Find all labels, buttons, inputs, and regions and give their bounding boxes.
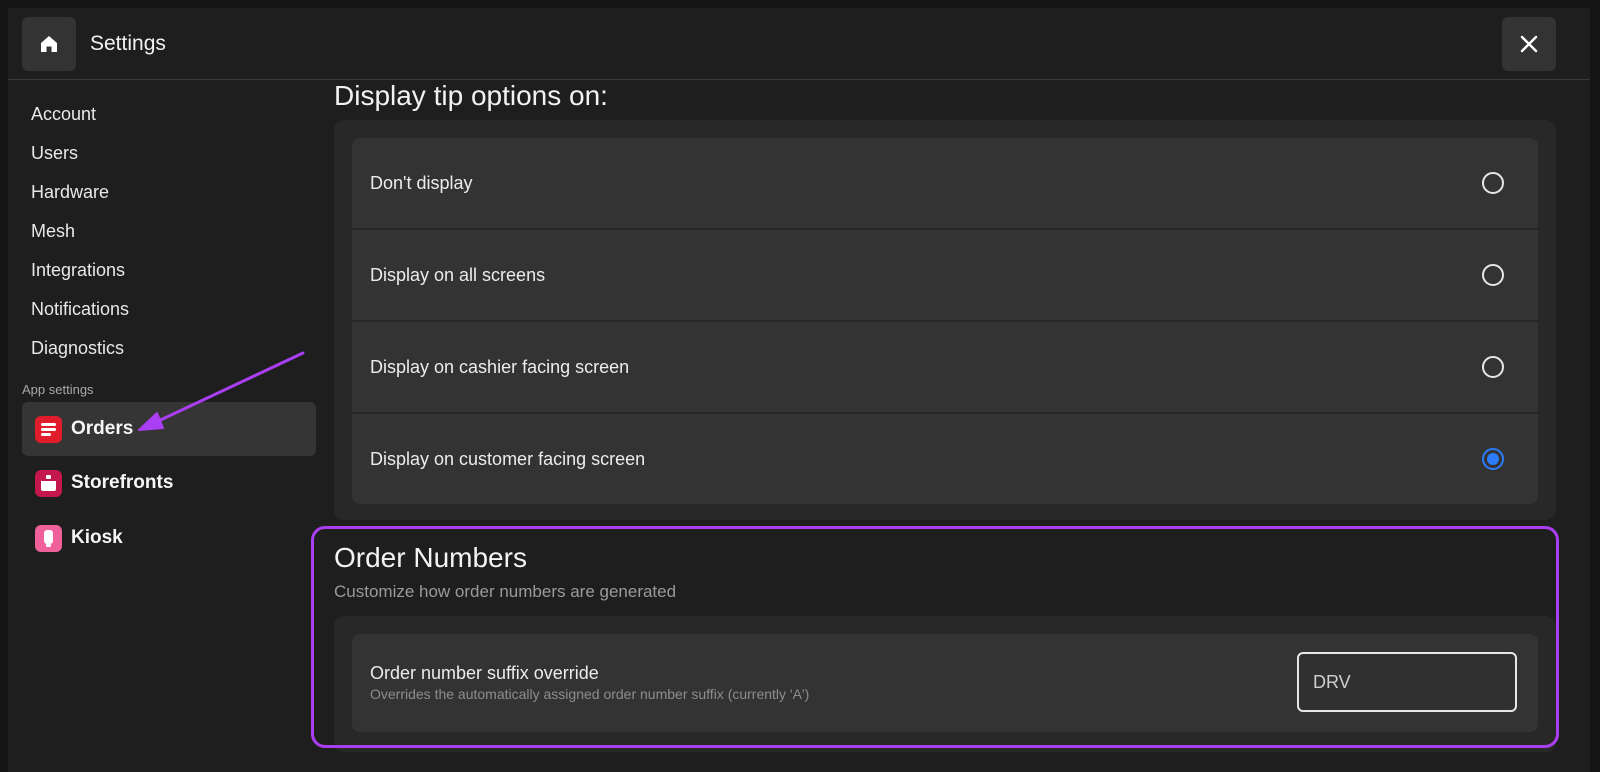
tip-options-panel: Don't display Display on all screens Dis…: [334, 120, 1556, 520]
tip-options-heading: Display tip options on:: [334, 80, 608, 111]
storefronts-icon: [35, 469, 62, 497]
storefronts-label: Storefronts: [71, 472, 174, 493]
tip-option-all-screens[interactable]: Display on all screens: [352, 230, 1538, 322]
option-label: Don't display: [370, 172, 473, 193]
order-numbers-panel: Order number suffix override Overrides t…: [334, 616, 1556, 752]
kiosk-label: Kiosk: [71, 527, 123, 548]
sidebar-item-notifications[interactable]: Notifications: [31, 299, 129, 320]
option-label: Display on all screens: [370, 264, 546, 285]
tip-option-customer-screen[interactable]: Display on customer facing screen: [352, 414, 1538, 504]
tip-option-dont-display[interactable]: Don't display: [352, 138, 1538, 230]
orders-icon: [35, 415, 62, 443]
radio-button[interactable]: [1482, 356, 1504, 378]
sidebar-item-diagnostics[interactable]: Diagnostics: [31, 338, 124, 359]
app-settings-label: App settings: [22, 382, 94, 397]
close-button[interactable]: [1502, 17, 1556, 71]
option-label: Display on cashier facing screen: [370, 356, 630, 377]
suffix-override-input[interactable]: [1297, 652, 1517, 712]
top-strip: [0, 0, 1600, 8]
order-numbers-subtitle: Customize how order numbers are generate…: [334, 582, 677, 601]
suffix-override-description: Overrides the automatically assigned ord…: [370, 686, 810, 702]
kiosk-icon: [35, 524, 62, 552]
sidebar-item-users[interactable]: Users: [31, 143, 78, 164]
tip-options-list: Don't display Display on all screens Dis…: [352, 138, 1538, 504]
suffix-override-row: Order number suffix override Overrides t…: [352, 634, 1538, 732]
sidebar-item-storefronts[interactable]: Storefronts: [22, 456, 316, 510]
order-numbers-title: Order Numbers: [334, 542, 527, 573]
sidebar-item-orders[interactable]: Orders: [22, 402, 316, 456]
sidebar-item-kiosk[interactable]: Kiosk: [22, 511, 316, 565]
settings-window: Settings Account Users Hardware Mesh Int…: [8, 8, 1590, 772]
option-label: Display on customer facing screen: [370, 448, 646, 469]
tip-option-cashier-screen[interactable]: Display on cashier facing screen: [352, 322, 1538, 414]
sidebar-item-hardware[interactable]: Hardware: [31, 182, 109, 203]
sidebar-item-mesh[interactable]: Mesh: [31, 221, 75, 242]
radio-button[interactable]: [1482, 264, 1504, 286]
suffix-override-label: Order number suffix override: [370, 663, 599, 683]
home-icon: [41, 36, 57, 52]
home-button[interactable]: [22, 17, 76, 71]
close-icon: [1520, 35, 1538, 53]
page-title: Settings: [90, 32, 166, 55]
sidebar-item-account[interactable]: Account: [31, 104, 96, 125]
main-content: Display tip options on: Don't display Di…: [328, 80, 1590, 772]
sidebar: Account Users Hardware Mesh Integrations…: [8, 80, 328, 772]
radio-button-selected[interactable]: [1482, 448, 1504, 470]
header: Settings: [8, 8, 1590, 80]
sidebar-item-integrations[interactable]: Integrations: [31, 260, 125, 281]
orders-label: Orders: [71, 418, 134, 439]
radio-button[interactable]: [1482, 172, 1504, 194]
